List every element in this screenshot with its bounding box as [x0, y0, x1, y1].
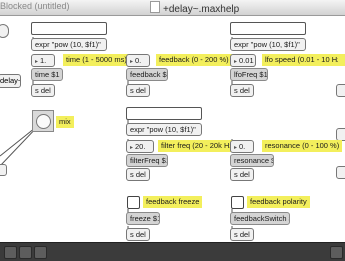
- document-icon: [150, 1, 160, 13]
- right-comment-fragment: [338, 54, 345, 66]
- presentation-icon[interactable]: [19, 246, 32, 259]
- feedback-polarity-comment: feedback polarity: [247, 196, 310, 208]
- lock-icon[interactable]: [4, 246, 17, 259]
- filter-freq-comment: filter freq (20 - 20k Hz): [158, 140, 239, 152]
- patcher-toolbar: [0, 242, 345, 261]
- freeze-send-del[interactable]: s del: [126, 228, 150, 241]
- lfo-number-box[interactable]: 0.01: [230, 54, 256, 67]
- filter-number-box[interactable]: 20.: [126, 140, 154, 153]
- time-message[interactable]: time $1: [31, 68, 63, 81]
- feedback-polarity-toggle[interactable]: [231, 196, 244, 209]
- mix-dial[interactable]: [32, 110, 54, 132]
- grid-icon[interactable]: [34, 246, 47, 259]
- feedback-freeze-comment: feedback freeze: [143, 196, 203, 208]
- feedback-switch-message[interactable]: feedbackSwitch $1: [230, 212, 290, 225]
- feedback-number-box[interactable]: 0.: [126, 54, 150, 67]
- filter-expr-object[interactable]: expr "pow (10, $f1)": [126, 123, 202, 136]
- feedback-comment: feedback (0 - 200 %): [156, 54, 232, 66]
- resonance-comment: resonance (0 - 100 %): [262, 140, 343, 152]
- resonance-number-box[interactable]: 0.: [230, 140, 254, 153]
- left-object-bottom[interactable]: [0, 164, 7, 176]
- time-send-del[interactable]: s del: [31, 84, 55, 97]
- lfo-speed-slider[interactable]: [230, 22, 306, 35]
- right-object-fragment-3[interactable]: [336, 166, 345, 179]
- dial-knob: [36, 114, 51, 129]
- freeze-message[interactable]: freeze $1: [126, 212, 160, 225]
- feedback-send-del[interactable]: s del: [126, 84, 150, 97]
- filter-message[interactable]: filterFreq $1: [126, 154, 168, 167]
- resonance-message[interactable]: resonance $1: [230, 154, 274, 167]
- filter-send-del[interactable]: s del: [126, 168, 150, 181]
- left-delay-object[interactable]: delay~: [0, 74, 21, 88]
- feedback-message[interactable]: feedback $1: [126, 68, 168, 81]
- new-object-icon[interactable]: [330, 246, 343, 259]
- time-expr-object[interactable]: expr "pow (10, $f1)": [31, 38, 107, 51]
- left-delay-object-text: delay~: [0, 76, 21, 85]
- time-comment: time (1 - 5000 ms): [63, 54, 130, 66]
- resonance-send-del[interactable]: s del: [230, 168, 254, 181]
- window-title: +delay~.maxhelp: [150, 1, 239, 15]
- window-title-text: +delay~.maxhelp: [163, 4, 240, 15]
- feedback-freeze-toggle[interactable]: [127, 196, 140, 209]
- lfo-speed-comment: lfo speed (0.01 - 10 Hz): [262, 54, 345, 66]
- filter-freq-slider[interactable]: [126, 107, 202, 120]
- lfo-expr-object[interactable]: expr "pow (10, $f1)": [230, 38, 306, 51]
- lfo-message[interactable]: lfoFreq $1: [230, 68, 268, 81]
- mix-comment: mix: [56, 116, 74, 128]
- lfo-send-del[interactable]: s del: [230, 84, 254, 97]
- polarity-send-del[interactable]: s del: [230, 228, 254, 241]
- window-titlebar: Blocked (untitled) +delay~.maxhelp: [0, 0, 345, 16]
- window-left-fragment: Blocked (untitled): [0, 1, 70, 11]
- time-slider[interactable]: [31, 22, 107, 35]
- right-object-fragment[interactable]: [336, 84, 345, 97]
- time-number-box[interactable]: 1.: [31, 54, 55, 67]
- patcher-canvas[interactable]: delay~ expr "pow (10, $f1)" 1. time (1 -…: [0, 16, 345, 242]
